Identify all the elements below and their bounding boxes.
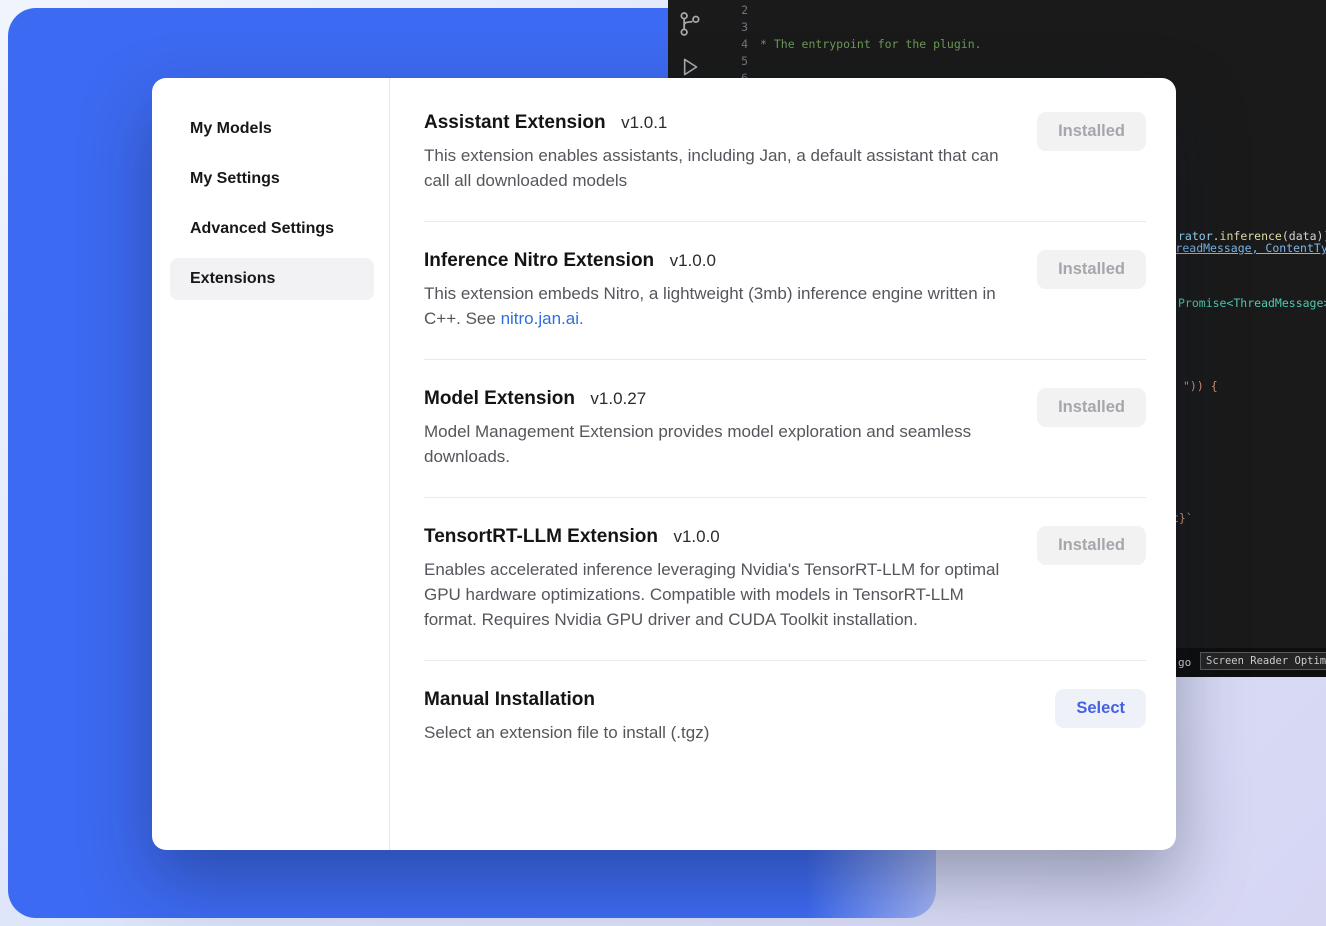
extension-version: v1.0.27 (590, 389, 646, 408)
manual-installation-title: Manual Installation (424, 689, 709, 711)
manual-installation-description: Select an extension file to install (.tg… (424, 720, 709, 745)
sidebar-item-my-models[interactable]: My Models (170, 108, 374, 150)
extension-description: Model Management Extension provides mode… (424, 419, 1009, 469)
extension-name: TensortRT-LLM Extension (424, 526, 658, 547)
extension-title: Inference Nitro Extension v1.0.0 (424, 250, 1009, 272)
extension-description: Enables accelerated inference leveraging… (424, 557, 1009, 632)
extension-row-nitro: Inference Nitro Extension v1.0.0 This ex… (424, 222, 1146, 360)
section-name: Manual Installation (424, 689, 595, 710)
code-fragment-inference: rator.inference(data)); (1178, 228, 1326, 245)
code-fragment-promise: Promise<ThreadMessage> (1178, 295, 1326, 312)
extension-title: Assistant Extension v1.0.1 (424, 112, 1009, 134)
screen-reader-chip: Screen Reader Optimize (1200, 652, 1326, 670)
manual-installation-row: Manual Installation Select an extension … (424, 661, 1146, 773)
code-line-2: * The entrypoint for the plugin. (760, 36, 1326, 53)
installed-button-model[interactable]: Installed (1037, 388, 1146, 427)
settings-sidebar: My Models My Settings Advanced Settings … (152, 78, 390, 850)
extension-name: Assistant Extension (424, 112, 606, 133)
extension-version: v1.0.1 (621, 113, 667, 132)
extension-description: This extension enables assistants, inclu… (424, 143, 1009, 193)
extension-version: v1.0.0 (670, 251, 716, 270)
sidebar-item-advanced-settings[interactable]: Advanced Settings (170, 208, 374, 250)
sidebar-item-extensions[interactable]: Extensions (170, 258, 374, 300)
extension-row-model: Model Extension v1.0.27 Model Management… (424, 360, 1146, 498)
nitro-jan-ai-link[interactable]: nitro.jan.ai. (501, 309, 584, 328)
installed-button-nitro[interactable]: Installed (1037, 250, 1146, 289)
extension-name: Inference Nitro Extension (424, 250, 654, 271)
sidebar-item-my-settings[interactable]: My Settings (170, 158, 374, 200)
editor-line-numbers: 2 3 4 5 6 (668, 2, 748, 87)
extension-title: Model Extension v1.0.27 (424, 388, 1009, 410)
extension-name: Model Extension (424, 388, 575, 409)
select-file-button[interactable]: Select (1055, 689, 1146, 728)
extension-version: v1.0.0 (673, 527, 719, 546)
extension-description: This extension embeds Nitro, a lightweig… (424, 281, 1009, 331)
extension-row-tensorrt: TensortRT-LLM Extension v1.0.0 Enables a… (424, 498, 1146, 661)
installed-button-assistant[interactable]: Installed (1037, 112, 1146, 151)
installed-button-tensorrt[interactable]: Installed (1037, 526, 1146, 565)
settings-modal: My Models My Settings Advanced Settings … (152, 78, 1176, 850)
code-fragment-brace: ")) { (1183, 378, 1218, 395)
extensions-panel: Assistant Extension v1.0.1 This extensio… (390, 78, 1176, 850)
extension-title: TensortRT-LLM Extension v1.0.0 (424, 526, 1009, 548)
bottom-bar-text: go (1178, 654, 1191, 671)
extension-row-assistant: Assistant Extension v1.0.1 This extensio… (424, 112, 1146, 222)
